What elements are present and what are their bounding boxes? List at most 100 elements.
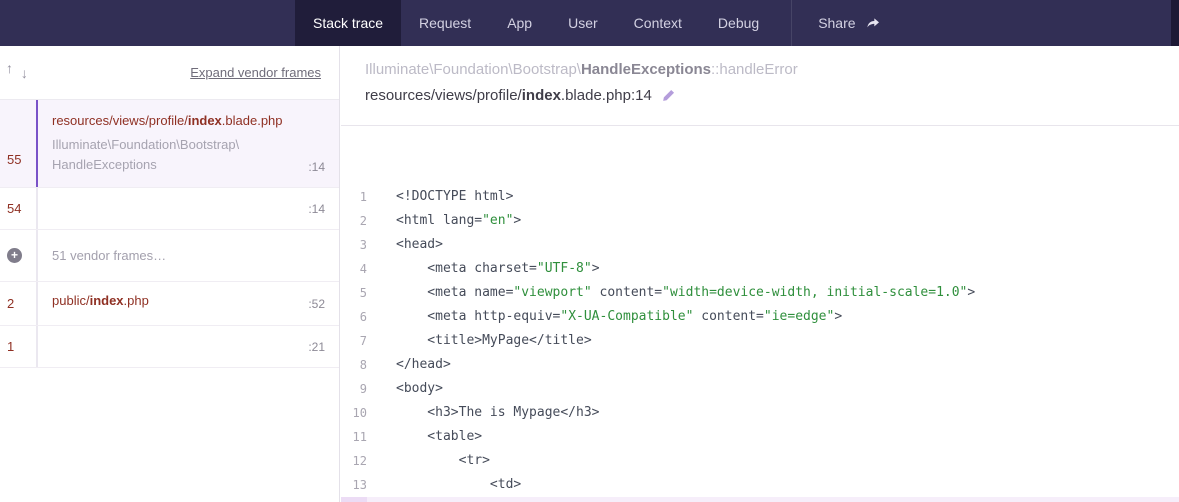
stack-trace-sidebar: ↑ ↓ Expand vendor frames 55 resources/vie… (0, 46, 340, 502)
code-line: 13 <td> (341, 473, 1179, 497)
stack-frame-row[interactable]: 2 public/index.php :52 (0, 282, 339, 326)
frame-file-path: public/index.php (52, 293, 149, 308)
tab-user[interactable]: User (550, 0, 616, 46)
line-number: 3 (341, 233, 367, 257)
tab-debug[interactable]: Debug (700, 0, 777, 46)
frame-number: 2 (7, 296, 14, 311)
line-number: 1 (341, 185, 367, 209)
file-path-title: resources/views/profile/index.blade.php:… (365, 87, 1155, 104)
tab-request[interactable]: Request (401, 0, 489, 46)
line-number: 14 (341, 497, 367, 502)
next-frame-arrow-icon[interactable]: ↓ (21, 65, 28, 81)
vendor-frames-row[interactable]: +51 vendor frames… (0, 230, 339, 282)
share-icon (865, 15, 881, 31)
class-name: HandleExceptions (581, 61, 711, 78)
code-line: 10 <h3>The is Mypage</h3> (341, 401, 1179, 425)
tab-context[interactable]: Context (616, 0, 700, 46)
code-text: <html lang="en"> (367, 209, 521, 233)
frame-content: resources/views/profile/index.blade.php I… (38, 100, 339, 187)
method-name: ::handleError (711, 61, 798, 78)
code-viewer: 1<!DOCTYPE html>2<html lang="en">3<head>… (341, 172, 1179, 502)
vendor-frames-label: 51 vendor frames… (52, 248, 166, 263)
frame-file-path: resources/views/profile/index.blade.php (52, 113, 325, 128)
top-navbar: Stack traceRequestAppUserContextDebug Sh… (0, 0, 1179, 46)
nav-tabs: Stack traceRequestAppUserContextDebug (295, 0, 777, 46)
code-line: 5 <meta name="viewport" content="width=d… (341, 281, 1179, 305)
code-line: 3<head> (341, 233, 1179, 257)
sidebar-toolbar: ↑ ↓ Expand vendor frames (0, 46, 339, 100)
line-number: 8 (341, 353, 367, 377)
code-text: <td> (367, 473, 521, 497)
tab-stack-trace[interactable]: Stack trace (295, 0, 401, 46)
frame-content: public/index.php :52 (38, 282, 339, 325)
file-suffix: .blade.php:14 (561, 87, 652, 104)
expand-vendor-frames-link[interactable]: Expand vendor frames (190, 65, 321, 80)
code-text: <head> (367, 233, 443, 257)
code-line: 9<body> (341, 377, 1179, 401)
line-number: 2 (341, 209, 367, 233)
frame-gutter: 55 (0, 100, 36, 187)
tab-app[interactable]: App (489, 0, 550, 46)
frame-line-number: :14 (308, 160, 325, 174)
code-text: <title>MyPage</title> (367, 329, 592, 353)
frame-line-number: :21 (308, 340, 325, 354)
line-number: 13 (341, 473, 367, 497)
frame-line-number: :52 (308, 297, 325, 311)
code-text: <table> (367, 425, 482, 449)
frame-content: :14 (38, 188, 339, 229)
file-prefix: resources/views/profile/ (365, 87, 522, 104)
exception-handler-title: Illuminate\Foundation\Bootstrap\HandleEx… (365, 61, 1155, 78)
code-line: 14 {{$informat}} (341, 497, 1179, 502)
scrollbar-thumb[interactable] (1171, 0, 1179, 46)
code-text: <meta charset="UTF-8"> (367, 257, 600, 281)
code-line: 6 <meta http-equiv="X-UA-Compatible" con… (341, 305, 1179, 329)
code-text: <body> (367, 377, 443, 401)
code-line: 1<!DOCTYPE html> (341, 185, 1179, 209)
code-text: </head> (367, 353, 451, 377)
code-line: 7 <title>MyPage</title> (341, 329, 1179, 353)
code-text: <meta http-equiv="X-UA-Compatible" conte… (367, 305, 842, 329)
code-text: <!DOCTYPE html> (367, 185, 513, 209)
stack-frame-list: 55 resources/views/profile/index.blade.ph… (0, 100, 339, 368)
frame-method: Illuminate\Foundation\Bootstrap\ HandleE… (52, 135, 239, 174)
frame-nav-arrows: ↑ ↓ (6, 65, 28, 81)
main-panel: Illuminate\Foundation\Bootstrap\HandleEx… (341, 46, 1179, 502)
frame-gutter: 1 (0, 326, 36, 367)
line-number: 5 (341, 281, 367, 305)
code-line: 11 <table> (341, 425, 1179, 449)
share-label: Share (818, 15, 855, 31)
previous-frame-arrow-icon[interactable]: ↑ (6, 60, 13, 76)
line-number: 12 (341, 449, 367, 473)
line-number: 6 (341, 305, 367, 329)
code-text: <meta name="viewport" content="width=dev… (367, 281, 975, 305)
frame-content: :21 (38, 326, 339, 367)
frame-number: 54 (7, 201, 21, 216)
line-number: 4 (341, 257, 367, 281)
share-button[interactable]: Share (791, 0, 900, 46)
class-prefix: Illuminate\Foundation\Bootstrap\ (365, 61, 581, 78)
frame-gutter: 54 (0, 188, 36, 229)
stack-frame-row[interactable]: 55 resources/views/profile/index.blade.ph… (0, 100, 339, 188)
stack-frame-row[interactable]: 54 :14 (0, 188, 339, 230)
frame-gutter: 2 (0, 282, 36, 325)
frame-header: Illuminate\Foundation\Bootstrap\HandleEx… (341, 46, 1179, 126)
frame-content: 51 vendor frames… (38, 230, 339, 281)
code-text: {{$informat}} (367, 497, 623, 502)
line-number: 11 (341, 425, 367, 449)
frame-number: 1 (7, 339, 14, 354)
frame-number: 55 (7, 152, 21, 167)
file-name: index (522, 87, 561, 104)
frame-gutter: + (0, 230, 36, 281)
code-line: 2<html lang="en"> (341, 209, 1179, 233)
code-line: 4 <meta charset="UTF-8"> (341, 257, 1179, 281)
line-number: 7 (341, 329, 367, 353)
plus-circle-icon[interactable]: + (7, 248, 22, 263)
line-number: 10 (341, 401, 367, 425)
line-number: 9 (341, 377, 367, 401)
code-text: <tr> (367, 449, 490, 473)
stack-frame-row[interactable]: 1 :21 (0, 326, 339, 368)
frame-line-number: :14 (308, 202, 325, 216)
code-line: 12 <tr> (341, 449, 1179, 473)
pencil-icon[interactable] (661, 88, 676, 103)
code-text: <h3>The is Mypage</h3> (367, 401, 600, 425)
